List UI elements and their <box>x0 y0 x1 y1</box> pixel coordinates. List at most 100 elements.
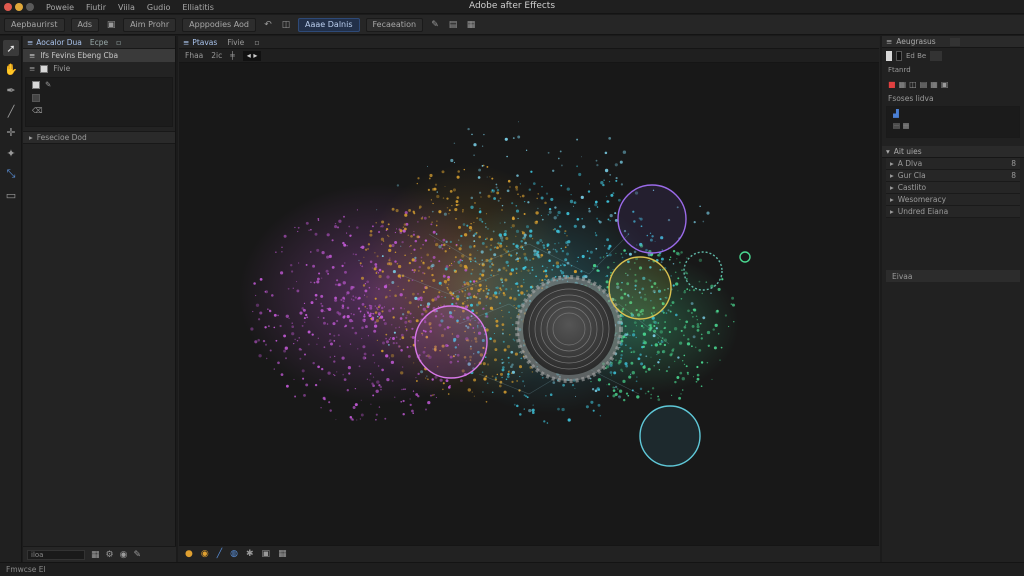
grid-icon[interactable]: ▦ <box>278 549 287 559</box>
particle <box>422 304 424 306</box>
checkbox[interactable] <box>32 80 40 89</box>
render-icon[interactable]: ● <box>185 549 193 559</box>
roto-tool-icon[interactable]: ⤡ <box>3 166 19 182</box>
particle <box>590 380 592 383</box>
section-header[interactable]: ▸ Fesecioe Dod <box>23 131 175 144</box>
settings-icon[interactable]: ⚙ <box>106 550 114 560</box>
particle <box>428 177 431 180</box>
folder-icon[interactable]: ▦ <box>91 550 100 560</box>
tool-icon-2[interactable]: ◫ <box>909 80 917 89</box>
snapshot-icon[interactable]: ◉ <box>201 549 209 559</box>
particle <box>559 225 562 228</box>
particle <box>577 256 579 259</box>
tab-preview[interactable]: Fivie <box>227 38 244 47</box>
save-icon[interactable]: ▣ <box>105 19 117 31</box>
view-label[interactable]: Fhaa <box>185 51 203 60</box>
tool-icon-4[interactable]: ▦ <box>930 80 938 89</box>
background-swatch[interactable] <box>896 51 902 61</box>
panel-options-icon[interactable]: ▫ <box>116 38 121 47</box>
aae-dalnis-button[interactable]: Aaae Dalnis <box>298 17 360 32</box>
brush-tool-icon[interactable]: ╱ <box>3 103 19 119</box>
tab-secondary[interactable]: Ecpe <box>90 38 108 47</box>
particle <box>376 339 379 342</box>
project-row-selected[interactable]: ≡ Ifs Fevins Ebeng Cba <box>23 49 175 62</box>
particle <box>285 357 287 360</box>
workspace-button[interactable]: Aepbaurirst <box>4 17 65 32</box>
grid-icon[interactable]: ╪ <box>230 51 235 60</box>
color-icon[interactable]: ◍ <box>230 549 238 559</box>
undo-icon[interactable]: ↶ <box>262 19 274 31</box>
brush-icon[interactable]: ╱ <box>217 549 222 559</box>
particle <box>546 245 549 248</box>
tool-icon-1[interactable]: ▦ <box>899 80 907 89</box>
camera-icon[interactable]: ▣ <box>262 549 271 559</box>
selection-tool-icon[interactable]: ➚ <box>3 40 19 56</box>
search-input[interactable]: iloa <box>27 549 85 560</box>
play-icon[interactable]: ◂ ▸ <box>242 50 262 61</box>
hand-tool-icon[interactable]: ✋ <box>3 61 19 77</box>
particle <box>397 285 399 287</box>
bottom-section-bar[interactable]: Eivaa <box>886 270 1020 282</box>
stamp-icon[interactable]: ▤ <box>447 19 459 31</box>
brush-icon[interactable]: ▦ <box>465 19 477 31</box>
tab-project[interactable]: ≡ Aocalor Dua <box>27 38 82 47</box>
particle <box>685 365 688 368</box>
particle <box>299 357 302 360</box>
particle <box>351 326 354 330</box>
particle <box>495 186 498 189</box>
apppodies-button[interactable]: Apppodies Aod <box>182 17 257 32</box>
particle <box>635 380 638 383</box>
fx-icon[interactable]: ✱ <box>246 549 254 559</box>
pen-tool-icon[interactable]: ✒ <box>3 82 19 98</box>
particle <box>687 338 690 341</box>
zoom-label[interactable]: 2ic <box>211 51 222 60</box>
layers-icon[interactable]: ◫ <box>280 19 292 31</box>
list-item[interactable]: ✎ <box>26 78 172 91</box>
effect-item[interactable]: ▸ Wesomeracy <box>886 194 1020 206</box>
puppet-tool-icon[interactable]: ✦ <box>3 145 19 161</box>
tool-icon-5[interactable]: ▣ <box>941 80 949 89</box>
effect-item[interactable]: ▸ A Dlva 8 <box>886 158 1020 170</box>
fecaeation-button[interactable]: Fecaeation <box>365 17 424 32</box>
particle <box>661 349 666 354</box>
particle <box>352 295 354 297</box>
anchor-tool-icon[interactable]: ✛ <box>3 124 19 140</box>
palette-icon[interactable]: ◉ <box>120 550 128 560</box>
particle <box>503 348 507 352</box>
particle <box>545 192 549 195</box>
particle <box>373 267 377 271</box>
particle <box>444 296 446 299</box>
effect-item[interactable]: ▸ Castlito <box>886 182 1020 194</box>
foreground-swatch[interactable] <box>886 51 892 61</box>
particle <box>294 226 296 229</box>
checkbox[interactable] <box>32 93 40 102</box>
list-item[interactable] <box>26 91 172 104</box>
tool-icon-3[interactable]: ▤ <box>920 80 928 89</box>
particle <box>588 183 591 185</box>
aim-button[interactable]: Aim Prohr <box>123 17 177 32</box>
checkbox[interactable] <box>40 64 49 73</box>
ads-button[interactable]: Ads <box>70 17 100 32</box>
particle <box>511 380 514 383</box>
pen-icon[interactable]: ✎ <box>133 550 141 560</box>
particle <box>333 334 336 337</box>
camera-tool-icon[interactable]: ▭ <box>3 187 19 203</box>
tab-composition[interactable]: ≡ Ptavas <box>183 38 217 47</box>
particle <box>322 317 325 319</box>
effect-item[interactable]: ▸ Gur Cla 8 <box>886 170 1020 182</box>
swatch-box[interactable] <box>930 51 943 61</box>
layer-row[interactable]: ▟ <box>887 107 1019 119</box>
panel-options-icon[interactable] <box>949 37 960 46</box>
particle <box>335 419 337 421</box>
list-item[interactable]: ⌫ <box>26 104 172 117</box>
new-tab-icon[interactable]: ▫ <box>254 38 259 47</box>
composition-viewport[interactable] <box>179 64 879 544</box>
particle <box>470 287 474 291</box>
effect-item[interactable]: ▸ Undred Eiana <box>886 206 1020 218</box>
effects-list-header[interactable]: ▾ Ait uies <box>882 146 1024 158</box>
particle <box>523 235 527 239</box>
project-row[interactable]: ≡ Fivie <box>23 62 175 75</box>
pen-icon[interactable]: ✎ <box>429 19 441 31</box>
particle <box>505 288 508 291</box>
layer-row[interactable]: ▤ ▦ <box>887 119 1019 131</box>
